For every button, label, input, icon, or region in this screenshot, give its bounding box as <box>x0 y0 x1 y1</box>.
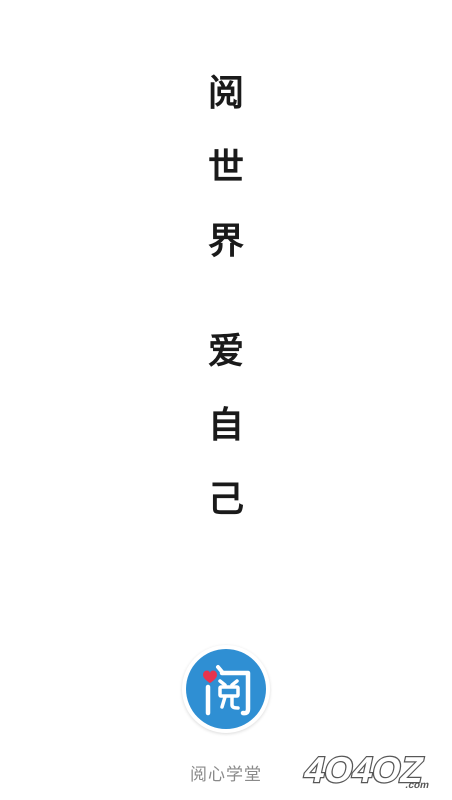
app-logo <box>182 645 270 733</box>
heart-icon <box>203 670 217 683</box>
app-logo-badge <box>186 649 266 729</box>
app-logo-glyph-icon <box>203 665 251 716</box>
slogan-char: 世 <box>207 146 244 188</box>
slogan-char: 己 <box>207 478 244 520</box>
watermark-suffix: .com <box>404 780 430 791</box>
slogan-char: 界 <box>207 220 244 262</box>
site-watermark: 4O4OZ .com <box>296 746 446 792</box>
slogan-char: 阅 <box>207 72 244 114</box>
slogan-char: 自 <box>207 404 244 446</box>
slogan-char: 爱 <box>207 330 244 372</box>
slogan: 阅 世 界 爱 自 己 <box>0 75 452 555</box>
